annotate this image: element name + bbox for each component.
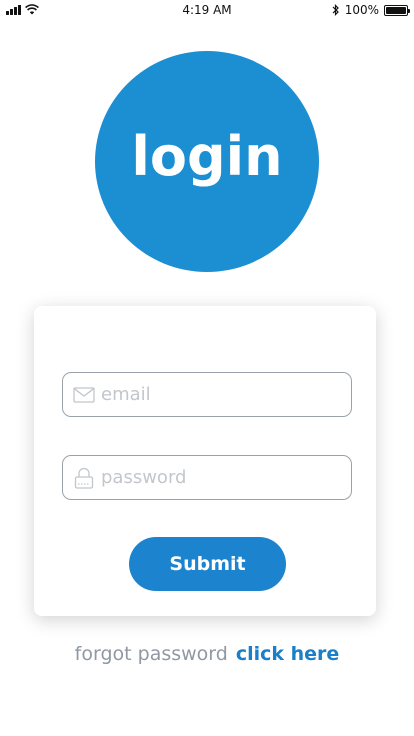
status-bar: 4:19 AM 100% — [0, 0, 414, 20]
bluetooth-icon — [332, 4, 339, 16]
login-card: Submit — [34, 306, 376, 616]
password-field[interactable] — [62, 455, 352, 500]
submit-button[interactable]: Submit — [129, 537, 286, 591]
logo-text: login — [131, 125, 283, 188]
lock-icon — [73, 467, 95, 489]
forgot-password-text: forgot password — [74, 643, 228, 665]
login-logo-circle: login — [95, 51, 319, 272]
battery-percent: 100% — [344, 3, 379, 17]
status-right: 100% — [332, 3, 410, 17]
email-field[interactable] — [62, 372, 352, 417]
battery-icon — [384, 4, 410, 16]
email-input[interactable] — [101, 384, 341, 405]
password-input[interactable] — [101, 467, 341, 488]
click-here-link[interactable]: click here — [236, 643, 339, 665]
envelope-icon — [73, 384, 95, 406]
forgot-password-row: forgot password click here — [0, 643, 414, 665]
